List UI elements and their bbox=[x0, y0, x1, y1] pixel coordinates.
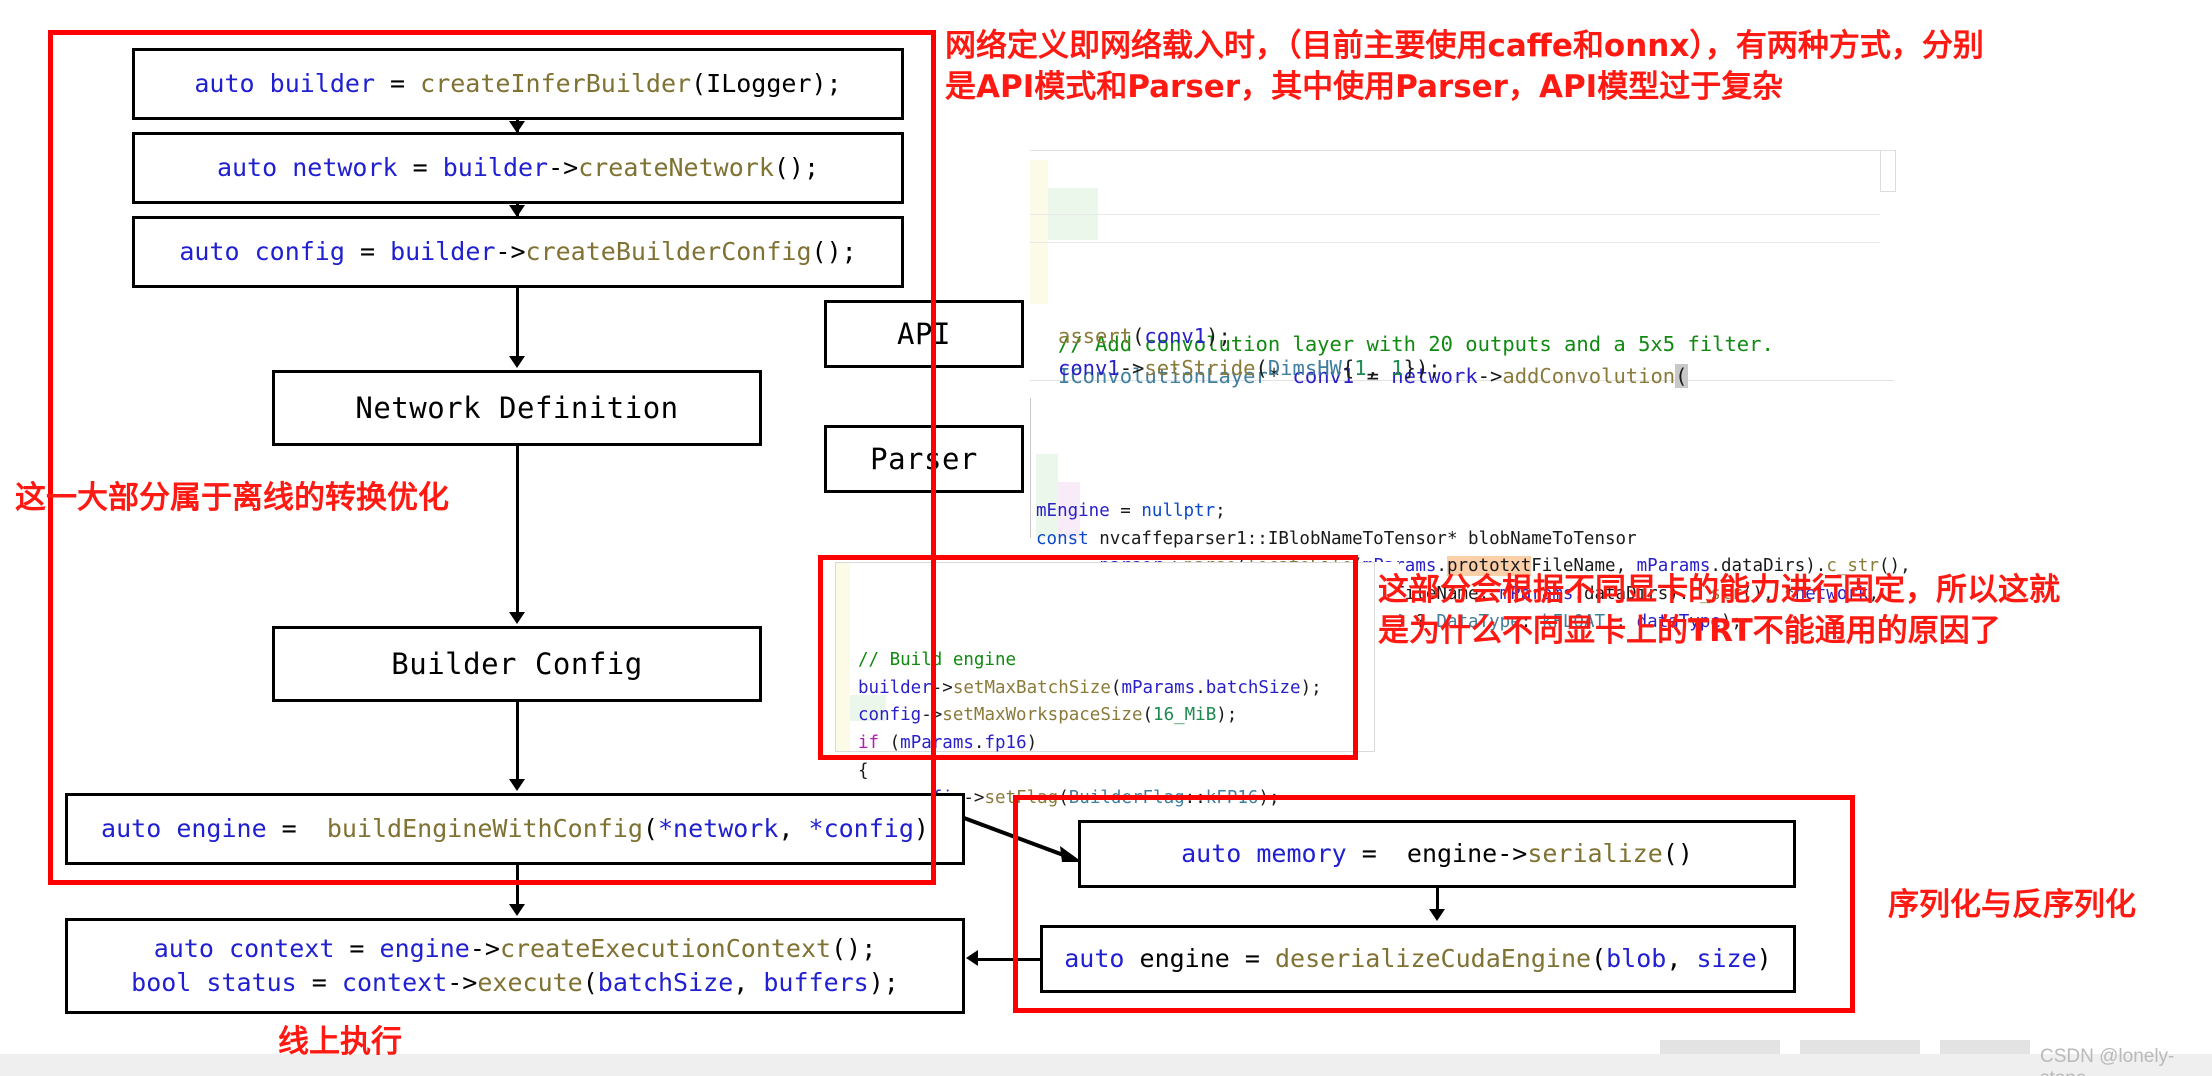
flowbox-create-infer-builder-text: auto builder = createInferBuilder(ILogge… bbox=[194, 69, 842, 99]
flowbox-serialize: auto memory = engine->serialize() bbox=[1078, 820, 1796, 888]
arrow-engine-to-serialize bbox=[963, 816, 1082, 862]
flowbox-parser: Parser bbox=[824, 425, 1024, 493]
arrow-config-to-netdef bbox=[516, 288, 519, 360]
flowbox-deserialize: auto engine = deserializeCudaEngine(blob… bbox=[1040, 925, 1796, 993]
flowbox-create-network: auto network = builder->createNetwork(); bbox=[132, 132, 904, 204]
arrowhead-deserialize-to-context bbox=[966, 950, 978, 966]
flowbox-deserialize-text: auto engine = deserializeCudaEngine(blob… bbox=[1064, 944, 1772, 974]
annotation-offline-optimization: 这一大部分属于离线的转换优化 bbox=[15, 480, 449, 516]
code-line: mEngine = nullptr; bbox=[1036, 501, 1226, 521]
flowbox-builder-config: Builder Config bbox=[272, 626, 762, 702]
arrowhead-buildercfg-to-engine bbox=[509, 779, 525, 791]
code-panel-convolution: // Add convolution layer with 20 outputs… bbox=[1030, 160, 1880, 454]
flowbox-create-builder-config-text: auto config = builder->createBuilderConf… bbox=[179, 237, 857, 267]
flowbox-api-text: API bbox=[897, 317, 951, 351]
code-line: conv1->setStride(DimsHW{1, 1}); bbox=[1058, 356, 1441, 381]
arrowhead-netdef-to-buildercfg bbox=[509, 612, 525, 624]
panel-top2-code: assert(conv1); conv1->setStride(DimsHW{1,… bbox=[1030, 320, 1880, 385]
flowbox-execution-context-line2: bool status = context->execute(batchSize… bbox=[131, 968, 899, 997]
code-line: assert(conv1); bbox=[1058, 324, 1231, 348]
arrowhead-engine-to-context bbox=[509, 904, 525, 916]
flowbox-build-engine-with-config-text: auto engine = buildEngineWithConfig(*net… bbox=[101, 814, 929, 844]
code-panel-parser: mEngine = nullptr;const nvcaffeparser1::… bbox=[1030, 398, 1996, 632]
code-panel-build-engine: // Build engine builder->setMaxBatchSize(… bbox=[835, 562, 1375, 836]
flowbox-network-definition: Network Definition bbox=[272, 370, 762, 446]
arrowhead-config-to-netdef bbox=[509, 356, 525, 368]
csdn-watermark: CSDN @lonely-stone bbox=[2040, 1046, 2175, 1076]
annotation-online-execution: 线上执行 bbox=[278, 1024, 402, 1060]
parser-left-guide bbox=[1030, 398, 1031, 538]
arrow-netdef-to-buildercfg bbox=[516, 446, 519, 616]
arrow-buildercfg-to-engine bbox=[516, 702, 519, 782]
flowbox-builder-config-text: Builder Config bbox=[391, 647, 643, 681]
flowbox-create-infer-builder: auto builder = createInferBuilder(ILogge… bbox=[132, 48, 904, 120]
annotation-serialization: 序列化与反序列化 bbox=[1888, 887, 2136, 923]
annotation-network-definition: 网络定义即网络载入时，（目前主要使用caffe和onnx），有两种方式，分别 是… bbox=[945, 28, 1984, 105]
arrow-deserialize-to-context bbox=[978, 958, 1044, 961]
code-panel-assert: assert(conv1); conv1->setStride(DimsHW{1,… bbox=[1030, 248, 1880, 380]
arrowhead-serialize-to-deserialize bbox=[1429, 909, 1445, 921]
panel-top-rule bbox=[1030, 150, 1894, 151]
annotation-gpu-fixed: 这部分会根据不同显卡的能力进行固定，所以这就 是为什么不同显卡上的TRT不能通用… bbox=[1378, 572, 2060, 649]
code-line: if (mParams.fp16) bbox=[858, 732, 1038, 753]
code-line: config->setMaxWorkspaceSize(16_MiB); bbox=[858, 705, 1238, 726]
bottom-block-3 bbox=[1940, 1040, 2030, 1054]
flowbox-serialize-text: auto memory = engine->serialize() bbox=[1181, 839, 1693, 869]
panel-edge-marker bbox=[1880, 150, 1896, 192]
code-line: builder->setMaxBatchSize(mParams.batchSi… bbox=[858, 677, 1322, 698]
panel-gutter-2 bbox=[1030, 248, 1048, 304]
code-line: { bbox=[858, 760, 869, 781]
flowbox-api: API bbox=[824, 300, 1024, 368]
flowbox-execution-context: auto context = engine->createExecutionCo… bbox=[65, 918, 965, 1014]
flowbox-create-network-text: auto network = builder->createNetwork(); bbox=[216, 153, 820, 183]
code-line: // Build engine bbox=[858, 650, 1017, 670]
diagram-canvas: // Add convolution layer with 20 outputs… bbox=[0, 0, 2212, 1076]
arrow-engine-to-context bbox=[516, 865, 519, 907]
flowbox-build-engine-with-config: auto engine = buildEngineWithConfig(*net… bbox=[65, 793, 965, 865]
flowbox-create-builder-config: auto config = builder->createBuilderConf… bbox=[132, 216, 904, 288]
flowbox-parser-text: Parser bbox=[870, 442, 978, 476]
code-line: const nvcaffeparser1::IBlobNameToTensor*… bbox=[1036, 528, 1637, 549]
bottom-block-1 bbox=[1660, 1040, 1780, 1054]
flowbox-network-definition-text: Network Definition bbox=[355, 391, 679, 425]
flowbox-execution-context-line1: auto context = engine->createExecutionCo… bbox=[153, 934, 877, 964]
bottom-block-2 bbox=[1800, 1040, 1920, 1054]
